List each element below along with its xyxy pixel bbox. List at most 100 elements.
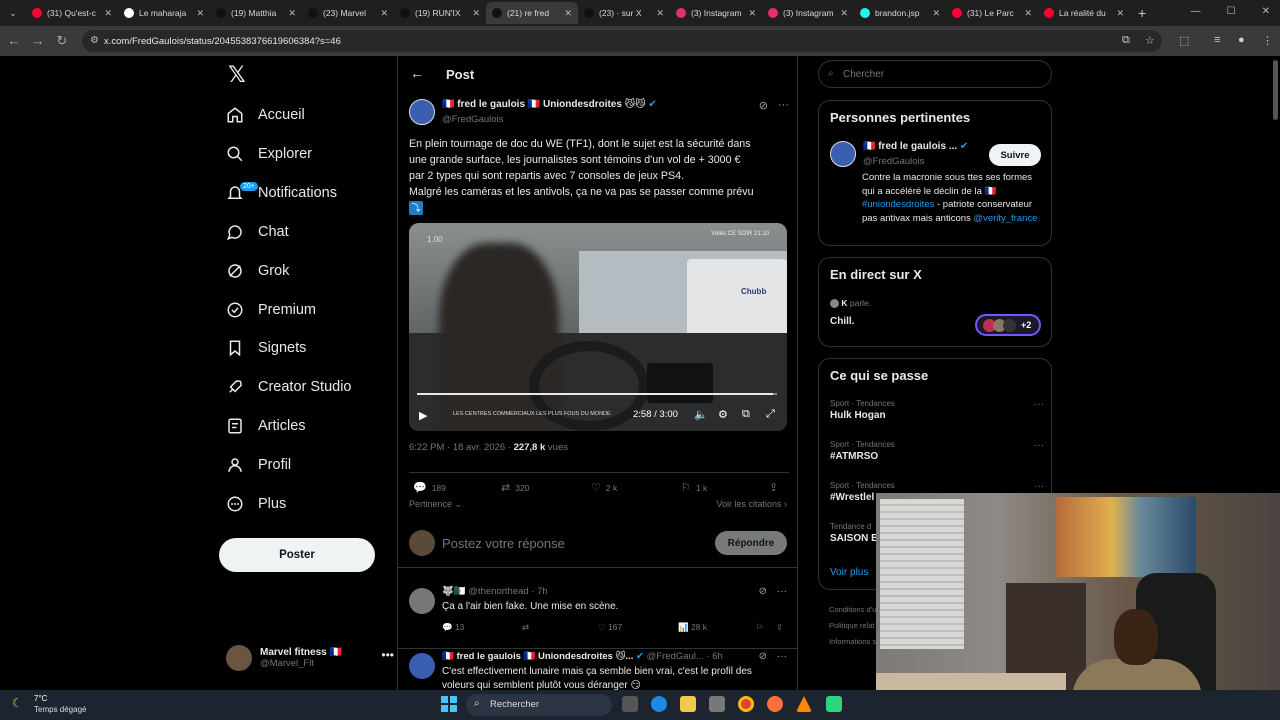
- more-icon[interactable]: ···: [1034, 399, 1044, 410]
- sidebar-icon[interactable]: ≡: [1214, 34, 1220, 46]
- tab-list-button[interactable]: ⌄: [0, 8, 26, 19]
- store-icon[interactable]: [709, 696, 725, 712]
- more-icon[interactable]: ···: [778, 99, 789, 112]
- firefox-icon[interactable]: [767, 696, 783, 712]
- browser-tab[interactable]: (3) Instagram ✕: [762, 2, 854, 24]
- author-name[interactable]: 🇫🇷 fred le gaulois 🇫🇷 Uniondesdroites 😼😼…: [442, 99, 657, 110]
- star-icon[interactable]: ☆: [1145, 34, 1155, 47]
- author-handle[interactable]: @FredGaulois: [442, 114, 503, 125]
- person-name[interactable]: 🇫🇷 fred le gaulois ... ✔: [863, 141, 968, 152]
- vlc-icon[interactable]: [796, 696, 812, 712]
- close-tab-icon[interactable]: ✕: [380, 8, 388, 19]
- volume-icon[interactable]: 🔈: [694, 408, 708, 421]
- close-tab-icon[interactable]: ✕: [932, 8, 940, 19]
- search-input[interactable]: ⌕ Chercher: [818, 60, 1052, 88]
- nav-item-notifications[interactable]: 20+ Notifications: [226, 178, 337, 208]
- account-switcher[interactable]: Marvel fitness 🇫🇷 @Marvel_Flt •••: [226, 642, 394, 674]
- like-button[interactable]: ♡ 2 k: [591, 481, 617, 494]
- settings-icon[interactable]: ⚙: [718, 408, 728, 421]
- space-title[interactable]: Chill.: [830, 316, 854, 327]
- avatar[interactable]: [409, 588, 435, 614]
- close-tab-icon[interactable]: ✕: [288, 8, 296, 19]
- fullscreen-icon[interactable]: ⤢: [766, 408, 775, 421]
- menu-icon[interactable]: ⋮: [1262, 34, 1273, 47]
- minimize-icon[interactable]: —: [1191, 6, 1201, 17]
- grok-icon[interactable]: ⊘: [759, 99, 768, 112]
- forward-arrow-icon[interactable]: →: [26, 33, 50, 48]
- more-icon[interactable]: ···: [1034, 481, 1044, 492]
- nav-item-explorer[interactable]: Explorer: [226, 139, 312, 169]
- video-player[interactable]: Chubb 1.00 Volés CE SOIR 21:10 ▶ LES CEN…: [409, 223, 787, 431]
- close-tab-icon[interactable]: ✕: [1116, 8, 1124, 19]
- nav-item-premium[interactable]: Premium: [226, 295, 316, 325]
- scrollbar[interactable]: [1273, 60, 1278, 120]
- more-icon[interactable]: ···: [777, 651, 787, 662]
- repost-button[interactable]: ⇄ 320: [501, 481, 529, 494]
- mention-link[interactable]: @verity_france: [973, 213, 1037, 224]
- windows-start-icon[interactable]: [441, 696, 457, 712]
- pip-icon[interactable]: ⧉: [742, 408, 750, 421]
- share-button[interactable]: ⇪: [769, 481, 778, 494]
- repost-icon[interactable]: ⇄: [522, 622, 529, 633]
- avatar[interactable]: [409, 653, 435, 679]
- grok-icon[interactable]: ⊘: [759, 586, 767, 597]
- follow-button[interactable]: Suivre: [989, 144, 1041, 166]
- browser-tab[interactable]: (23) Marvel ✕: [302, 2, 394, 24]
- browser-tab[interactable]: (23) · sur X ✕: [578, 2, 670, 24]
- nav-item-articles[interactable]: Articles: [226, 411, 306, 441]
- nav-item-grok[interactable]: Grok: [226, 256, 289, 286]
- reply-icon[interactable]: 💬 13: [442, 622, 464, 633]
- more-icon[interactable]: ···: [1034, 440, 1044, 451]
- grok-icon[interactable]: ⊘: [759, 651, 767, 662]
- nav-item-plus[interactable]: Plus: [226, 489, 286, 519]
- reply-item[interactable]: 🐺🇩🇿 @thenorthead · 7h ⊘ ··· Ça a l'air bi…: [398, 584, 797, 640]
- trend-item[interactable]: Sport · Tendances #ATMRSO ···: [830, 440, 1044, 462]
- extensions-icon[interactable]: ⬚: [1179, 34, 1189, 47]
- close-tab-icon[interactable]: ✕: [564, 8, 572, 19]
- browser-tab[interactable]: (19) RUN'IX ✕: [394, 2, 486, 24]
- close-tab-icon[interactable]: ✕: [748, 8, 756, 19]
- close-tab-icon[interactable]: ✕: [1024, 8, 1032, 19]
- hashtag-link[interactable]: #uniondesdroites: [862, 199, 934, 210]
- weather-text[interactable]: Temps dégagé: [34, 705, 86, 714]
- nav-item-chat[interactable]: Chat: [226, 217, 289, 247]
- footer-link[interactable]: Conditions d'u: [829, 605, 876, 614]
- close-tab-icon[interactable]: ✕: [196, 8, 204, 19]
- nav-item-creator-studio[interactable]: Creator Studio: [226, 372, 352, 402]
- url-field[interactable]: ⚙ x.com/FredGaulois/status/2045538376619…: [82, 30, 1162, 52]
- reload-icon[interactable]: ↻: [50, 33, 74, 49]
- sort-dropdown[interactable]: Pertinence ⌄: [409, 499, 462, 509]
- nav-item-profil[interactable]: Profil: [226, 450, 291, 480]
- avatar[interactable]: [830, 141, 856, 167]
- profile-icon[interactable]: ●: [1238, 34, 1245, 46]
- browser-tab[interactable]: Le maharaja ✕: [118, 2, 210, 24]
- view-quotes-link[interactable]: Voir les citations ›: [716, 499, 787, 509]
- task-view-icon[interactable]: [622, 696, 638, 712]
- close-tab-icon[interactable]: ✕: [472, 8, 480, 19]
- back-arrow-icon[interactable]: ←: [2, 33, 26, 48]
- browser-tab[interactable]: (31) Le Parc ✕: [946, 2, 1038, 24]
- weather-temp[interactable]: 7°C: [34, 694, 47, 703]
- show-more-link[interactable]: Voir plus: [830, 567, 868, 578]
- install-icon[interactable]: ⧉: [1122, 34, 1130, 47]
- more-icon[interactable]: ···: [777, 586, 787, 597]
- close-tab-icon[interactable]: ✕: [656, 8, 664, 19]
- chrome-icon[interactable]: [738, 696, 754, 712]
- browser-tab[interactable]: (21) re fred ✕: [486, 2, 578, 24]
- views-icon[interactable]: 📊 28 k: [678, 622, 707, 633]
- join-space-button[interactable]: +2: [975, 314, 1041, 336]
- x-logo-icon[interactable]: 𝕏: [228, 64, 250, 86]
- taskbar-search[interactable]: ⌕ Rechercher: [466, 694, 612, 716]
- post-button[interactable]: Poster: [219, 538, 375, 572]
- more-icon[interactable]: •••: [381, 648, 394, 662]
- bookmark-icon[interactable]: ⚐: [756, 622, 764, 633]
- close-tab-icon[interactable]: ✕: [840, 8, 848, 19]
- nav-item-signets[interactable]: Signets: [226, 333, 306, 363]
- browser-tab[interactable]: (19) Matthia ✕: [210, 2, 302, 24]
- app-icon[interactable]: [826, 696, 842, 712]
- footer-link[interactable]: Politique relat: [829, 621, 874, 630]
- reply-button[interactable]: 💬 189: [413, 481, 446, 494]
- video-progress-bar[interactable]: [417, 393, 777, 395]
- author-avatar[interactable]: [409, 99, 435, 125]
- nav-item-accueil[interactable]: Accueil: [226, 100, 305, 130]
